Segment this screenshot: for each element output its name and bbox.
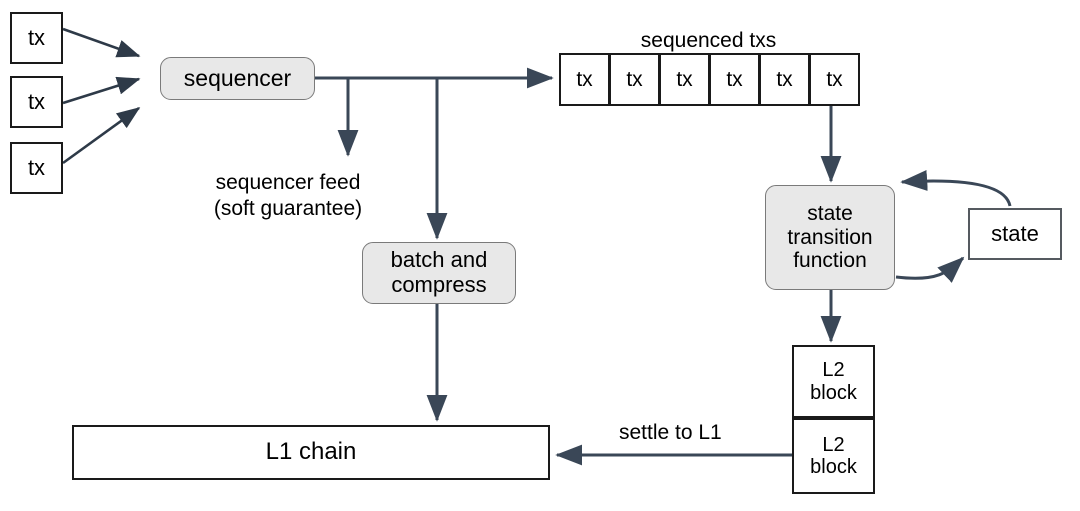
state-transition-function-node[interactable]: state transition function: [765, 185, 895, 290]
tx-input-box-2[interactable]: tx: [10, 76, 63, 128]
sequenced-tx-cell-4[interactable]: tx: [709, 53, 760, 106]
sequenced-tx-label-5: tx: [776, 67, 793, 91]
tx-input-label-2: tx: [27, 88, 46, 114]
sequenced-tx-cell-5[interactable]: tx: [759, 53, 810, 106]
edge-state-to-stf: [900, 170, 1012, 207]
sequenced-tx-cell-2[interactable]: tx: [609, 53, 660, 106]
state-node[interactable]: state: [968, 208, 1062, 260]
sequenced-tx-cell-1[interactable]: tx: [559, 53, 610, 106]
tx-input-label-3: tx: [27, 154, 46, 180]
sequenced-tx-label-3: tx: [676, 67, 693, 91]
l1-chain-label: L1 chain: [265, 438, 357, 466]
edge-stf-to-state: [895, 256, 965, 283]
l1-chain-node[interactable]: L1 chain: [72, 425, 550, 480]
state-label: state: [991, 220, 1039, 246]
tx-input-box-1[interactable]: tx: [10, 12, 63, 64]
sequenced-tx-label-2: tx: [626, 67, 643, 91]
batch-and-compress-node[interactable]: batch and compress: [362, 242, 516, 304]
l2-block-node-2[interactable]: L2 block: [792, 418, 875, 494]
sequenced-tx-label-1: tx: [576, 67, 593, 91]
sequencer-node[interactable]: sequencer: [160, 57, 315, 100]
sequencer-label: sequencer: [183, 64, 292, 91]
sequenced-txs-title: sequenced txs: [640, 29, 777, 52]
settle-to-l1-label: settle to L1: [619, 421, 722, 444]
tx-input-box-3[interactable]: tx: [10, 142, 63, 194]
diagram-canvas: tx tx tx sequencer sequencer feed (soft …: [0, 0, 1080, 511]
sequenced-tx-cell-6[interactable]: tx: [809, 53, 860, 106]
edge-tx-to-sequencer: [62, 27, 141, 165]
sequencer-feed-caption: sequencer feed (soft guarantee): [213, 171, 363, 221]
sequenced-tx-cell-3[interactable]: tx: [659, 53, 710, 106]
sequenced-tx-label-4: tx: [726, 67, 743, 91]
sequenced-tx-label-6: tx: [826, 67, 843, 91]
tx-input-label-1: tx: [27, 24, 46, 50]
l2-block-node-1[interactable]: L2 block: [792, 345, 875, 418]
